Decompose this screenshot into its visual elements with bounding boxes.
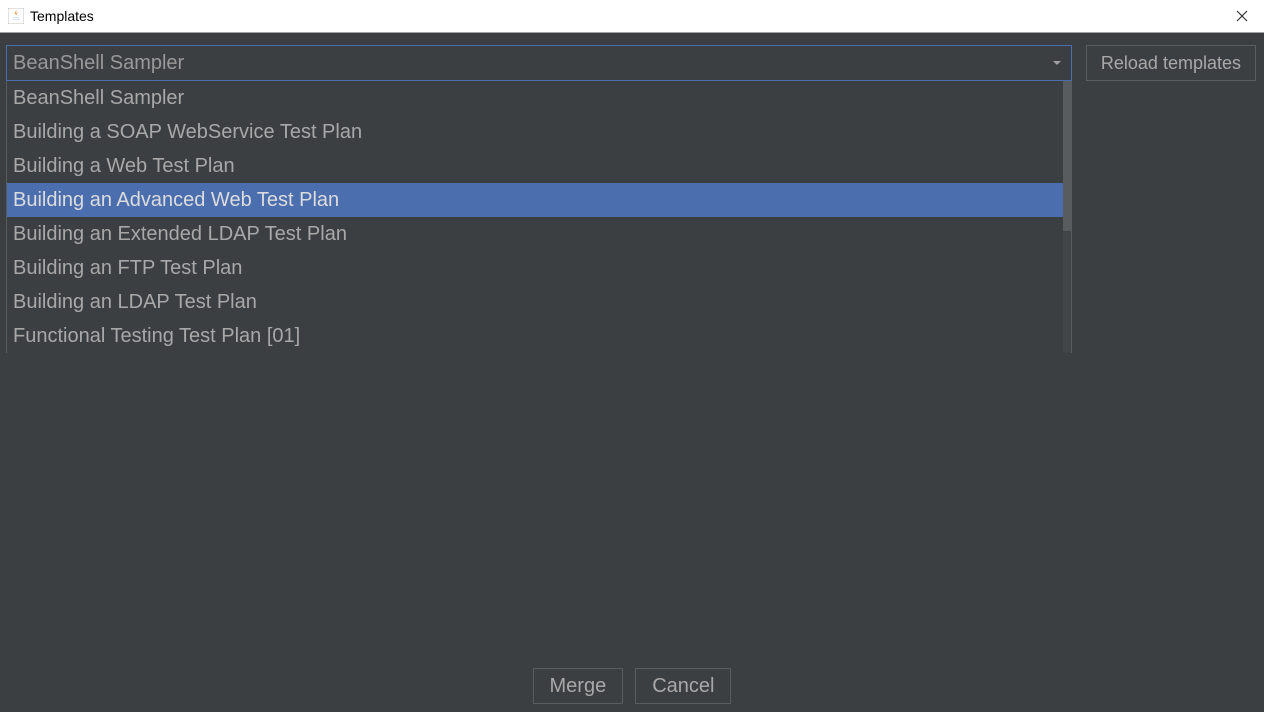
cancel-button-label: Cancel bbox=[652, 675, 714, 698]
dropdown-option[interactable]: Building a SOAP WebService Test Plan bbox=[7, 115, 1071, 149]
dropdown-option[interactable]: BeanShell Sampler bbox=[7, 81, 1071, 115]
merge-button-label: Merge bbox=[550, 675, 607, 698]
chevron-down-icon bbox=[1053, 61, 1061, 65]
reload-button-label: Reload templates bbox=[1101, 53, 1241, 74]
merge-button[interactable]: Merge bbox=[533, 668, 624, 704]
dialog-content: BeanShell Sampler BeanShell SamplerBuild… bbox=[0, 33, 1264, 712]
template-combobox[interactable]: BeanShell Sampler bbox=[6, 45, 1072, 81]
dropdown-option[interactable]: Building an FTP Test Plan bbox=[7, 251, 1071, 285]
dropdown-scrollbar[interactable] bbox=[1063, 81, 1071, 353]
scrollbar-thumb[interactable] bbox=[1063, 81, 1071, 231]
window-title: Templates bbox=[30, 8, 94, 24]
close-button[interactable] bbox=[1228, 2, 1256, 30]
titlebar: Templates bbox=[0, 0, 1264, 33]
close-icon bbox=[1236, 10, 1248, 22]
dropdown-option[interactable]: Building an Advanced Web Test Plan bbox=[7, 183, 1071, 217]
java-icon bbox=[8, 8, 24, 24]
cancel-button[interactable]: Cancel bbox=[635, 668, 731, 704]
top-row: BeanShell Sampler BeanShell SamplerBuild… bbox=[0, 33, 1264, 81]
dialog-footer: Merge Cancel bbox=[0, 668, 1264, 704]
dropdown-option[interactable]: Building a Web Test Plan bbox=[7, 149, 1071, 183]
template-dropdown-list: BeanShell SamplerBuilding a SOAP WebServ… bbox=[6, 81, 1072, 353]
dropdown-option[interactable]: Building an Extended LDAP Test Plan bbox=[7, 217, 1071, 251]
template-combo-wrap: BeanShell Sampler BeanShell SamplerBuild… bbox=[6, 45, 1072, 81]
reload-templates-button[interactable]: Reload templates bbox=[1086, 45, 1256, 81]
combobox-selected-text: BeanShell Sampler bbox=[13, 52, 184, 75]
dropdown-option[interactable]: Building an LDAP Test Plan bbox=[7, 285, 1071, 319]
dropdown-option[interactable]: Functional Testing Test Plan [01] bbox=[7, 319, 1071, 353]
